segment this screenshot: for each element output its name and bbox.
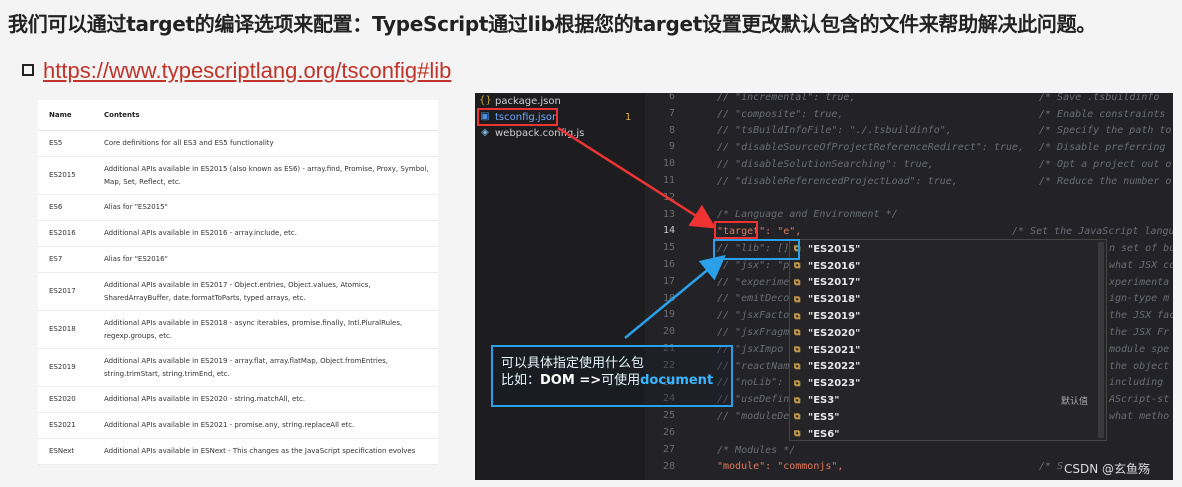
annotation-arrows [557,126,726,339]
callout-line-1: 可以具体指定使用什么包 [501,356,645,371]
watermark: CSDN @玄鱼殇 [1064,462,1151,476]
annotation-callout: 可以具体指定使用什么包 比如：DOM =>可使用document [491,345,733,407]
blue-arrow [624,254,726,339]
red-arrow [557,126,717,229]
callout-line-2: 比如：DOM =>可使用document [501,373,714,388]
